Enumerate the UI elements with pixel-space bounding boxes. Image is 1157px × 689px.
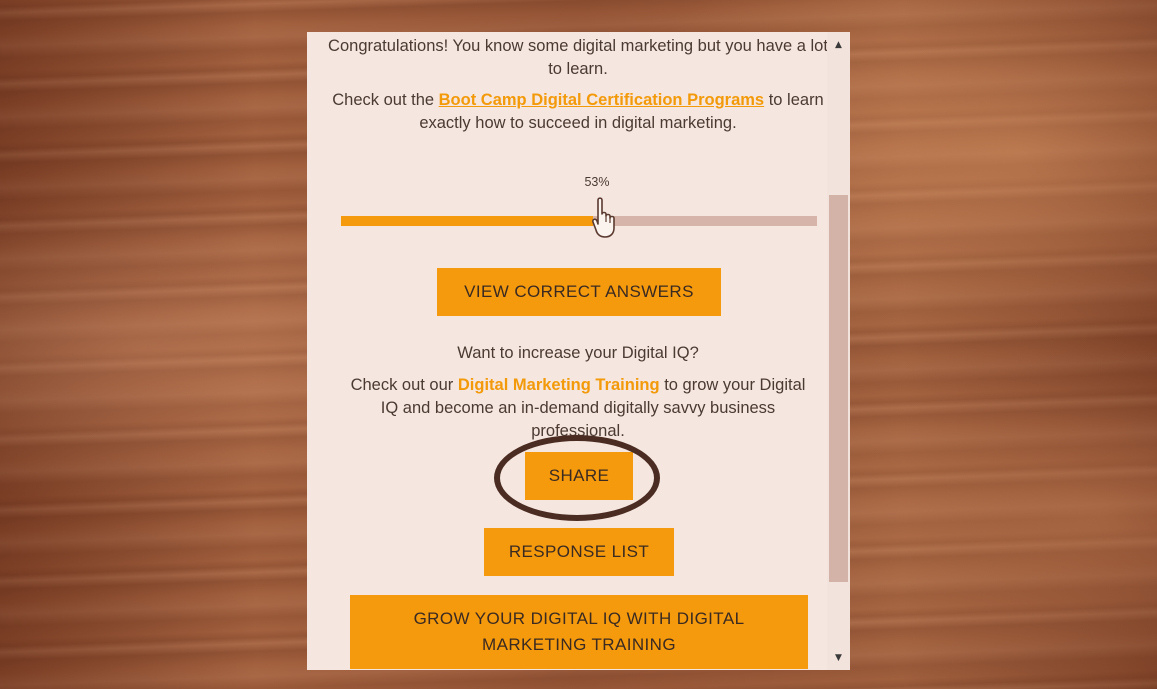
scroll-down-arrow-icon[interactable]: ▼ [827,648,850,668]
promo-question: Want to increase your Digital IQ? [327,342,829,365]
score-percent-label: 53% [584,175,610,189]
share-button[interactable]: SHARE [525,452,633,500]
congrats-text: Congratulations! You know some digital m… [328,37,828,78]
results-content: Congratulations! You know some digital m… [307,32,829,670]
certification-prefix: Check out the [332,91,435,109]
scrollbar-thumb[interactable] [829,195,848,582]
digital-marketing-training-link[interactable]: Digital Marketing Training [458,376,660,394]
quiz-results-panel: Congratulations! You know some digital m… [307,32,850,670]
scrollbar[interactable]: ▲ ▼ [827,32,850,670]
certification-message: Check out the Boot Camp Digital Certific… [327,89,829,135]
scroll-up-arrow-icon[interactable]: ▲ [827,35,850,55]
promo-message: Check out our Digital Marketing Training… [347,374,809,443]
response-list-button[interactable]: RESPONSE LIST [484,528,674,576]
congrats-message: Congratulations! You know some digital m… [327,35,829,81]
view-correct-answers-button[interactable]: VIEW CORRECT ANSWERS [437,268,721,316]
score-progress-fill [341,216,594,226]
certification-programs-link[interactable]: Boot Camp Digital Certification Programs [439,91,764,109]
grow-digital-iq-button[interactable]: GROW YOUR DIGITAL IQ WITH DIGITAL MARKET… [350,595,808,669]
promo-prefix: Check out our [350,376,454,394]
score-progress-bar [341,216,817,226]
promo-question-text: Want to increase your Digital IQ? [457,344,699,362]
pointer-hand-icon [589,196,627,240]
